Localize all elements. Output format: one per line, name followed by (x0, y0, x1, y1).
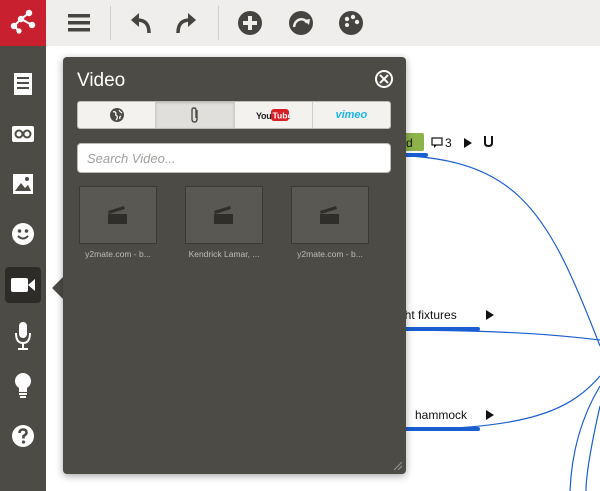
microphone-icon (15, 322, 31, 350)
clapperboard-icon (108, 206, 127, 224)
sidebar-item-help[interactable] (5, 418, 41, 454)
redo-button[interactable] (168, 6, 202, 40)
connect-icon (289, 11, 313, 35)
video-caption: y2mate.com - b... (297, 249, 363, 259)
redo-icon (176, 13, 196, 34)
sidebar-item-notes[interactable] (5, 66, 41, 102)
globe-icon (109, 108, 124, 122)
play-icon[interactable] (486, 310, 494, 320)
video-thumb-image (291, 186, 369, 244)
panel-title: Video (77, 70, 126, 91)
video-thumbnail[interactable]: y2mate.com - b... (291, 186, 369, 259)
help-icon (12, 425, 34, 447)
theme-button[interactable] (334, 6, 368, 40)
link-icon (12, 126, 34, 142)
menu-button[interactable] (62, 6, 96, 40)
plus-circle-icon (238, 11, 262, 35)
video-panel: Video YouTube Tube vimeo y2mate.com - b.… (63, 57, 406, 474)
video-camera-icon (11, 278, 35, 292)
sidebar-item-audio[interactable] (5, 318, 41, 354)
node-label[interactable]: ght fixtures (398, 308, 457, 322)
clapperboard-icon (214, 206, 233, 224)
node-label[interactable]: hammock (415, 408, 467, 422)
image-icon (13, 174, 33, 194)
close-icon (379, 74, 389, 84)
top-toolbar (0, 0, 600, 47)
document-icon (14, 73, 32, 95)
play-icon[interactable] (486, 410, 494, 420)
comment-count: 3 (445, 136, 452, 150)
add-node-button[interactable] (233, 6, 267, 40)
app-logo[interactable] (0, 0, 46, 46)
tab-vimeo[interactable]: vimeo (313, 102, 390, 128)
undo-button[interactable] (125, 6, 159, 40)
svg-text:Tube: Tube (273, 111, 291, 121)
sidebar-item-idea[interactable] (5, 368, 41, 404)
play-icon[interactable] (464, 138, 472, 148)
resize-handle-icon[interactable] (391, 459, 403, 471)
video-thumb-image (79, 186, 157, 244)
clapperboard-icon (320, 206, 339, 224)
toolbar-divider (218, 6, 219, 40)
video-thumb-image (185, 186, 263, 244)
video-thumbnail[interactable]: Kendrick Lamar, ... (185, 186, 263, 259)
vimeo-icon: vimeo (335, 109, 368, 121)
video-caption: Kendrick Lamar, ... (188, 249, 260, 259)
tab-web[interactable] (78, 102, 157, 128)
hamburger-icon (68, 14, 90, 32)
youtube-icon: YouTube Tube (256, 109, 291, 121)
mindmap-logo-icon (10, 9, 36, 34)
panel-pointer (52, 277, 63, 299)
sidebar-item-video[interactable] (5, 267, 41, 303)
tab-attachment[interactable] (156, 102, 235, 128)
left-sidebar (0, 46, 46, 491)
sidebar-item-links[interactable] (5, 116, 41, 152)
palette-icon (339, 11, 363, 35)
sidebar-item-emoji[interactable] (5, 216, 41, 252)
close-button[interactable] (375, 70, 393, 88)
connect-button[interactable] (284, 6, 318, 40)
lightbulb-icon (15, 373, 31, 398)
toolbar-divider (110, 6, 111, 40)
link-arrow-icon[interactable] (483, 134, 495, 148)
smiley-icon (12, 223, 34, 245)
tab-youtube[interactable]: YouTube Tube (235, 102, 313, 128)
node-label[interactable]: d (406, 136, 413, 150)
paperclip-icon (191, 107, 198, 123)
video-source-tabs: YouTube Tube vimeo (77, 101, 391, 129)
undo-icon (131, 13, 151, 34)
comment-icon[interactable] (431, 137, 443, 149)
video-caption: y2mate.com - b... (85, 249, 151, 259)
search-video-input[interactable] (77, 143, 391, 173)
sidebar-item-image[interactable] (5, 166, 41, 202)
video-thumbnail[interactable]: y2mate.com - b... (79, 186, 157, 259)
